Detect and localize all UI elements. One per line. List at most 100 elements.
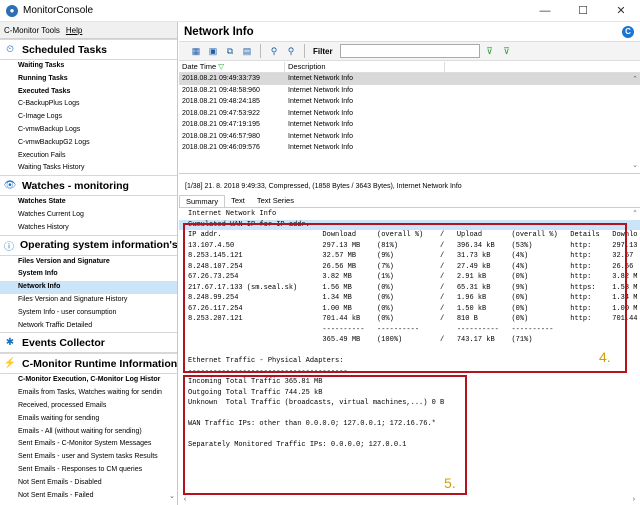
column-header-description[interactable]: Description bbox=[285, 62, 445, 72]
nav-item[interactable]: C-Image Logs bbox=[0, 111, 177, 124]
navigation-pane: C-Monitor Tools Help ⏲ Scheduled Tasks Wai… bbox=[0, 22, 178, 505]
close-button[interactable]: ✕ bbox=[602, 0, 640, 22]
nav-sections: ⏲ Scheduled Tasks Waiting Tasks Running Tas… bbox=[0, 39, 177, 502]
section-title: C-Monitor Runtime Information bbox=[22, 357, 178, 370]
sort-down-icon: ▽ bbox=[218, 62, 225, 71]
log-row[interactable]: 2018.08.21 09:47:19:195 Internet Network … bbox=[179, 119, 640, 131]
log-description: Internet Network Info bbox=[288, 98, 353, 105]
find-next-icon[interactable]: ⚲ bbox=[284, 44, 298, 58]
log-datetime: 2018.08.21 09:48:24:185 bbox=[182, 98, 260, 105]
annotation-label-5: 5. bbox=[444, 475, 456, 491]
log-description: Internet Network Info bbox=[288, 132, 353, 140]
nav-item[interactable]: Sent Emails - C-Monitor System Messages bbox=[0, 438, 177, 451]
app-icon: ● bbox=[6, 4, 18, 17]
grid-icon[interactable]: ▦ bbox=[189, 44, 203, 58]
scroll-down-arrow[interactable]: ⌄ bbox=[630, 161, 640, 169]
section-header[interactable]: ⚡ C-Monitor Runtime Information bbox=[0, 353, 178, 375]
menu-help[interactable]: Help bbox=[66, 26, 82, 35]
log-row[interactable]: 2018.08.21 09:46:09:576 Internet Network … bbox=[179, 142, 640, 154]
help-icon[interactable]: C bbox=[622, 25, 634, 38]
nav-item[interactable]: Network Info bbox=[0, 281, 177, 294]
section-header[interactable]: ⏲ Scheduled Tasks bbox=[0, 39, 177, 60]
log-row[interactable]: 2018.08.21 09:47:53:922 Internet Network … bbox=[179, 108, 640, 120]
events-icon: ✱ bbox=[5, 337, 15, 349]
menu-cmonitor-tools[interactable]: C-Monitor Tools bbox=[4, 26, 60, 35]
nav-item[interactable]: Not Sent Emails - Disabled bbox=[0, 477, 177, 490]
nav-item[interactable]: C-Monitor Execution, C-Monitor Log Histo… bbox=[0, 374, 177, 387]
nav-item[interactable]: C-vmwBackup Logs bbox=[0, 124, 177, 137]
nav-item[interactable]: Waiting Tasks History bbox=[0, 162, 177, 175]
nav-item[interactable]: Executed Tasks bbox=[0, 86, 177, 99]
maximize-button[interactable]: ☐ bbox=[564, 0, 602, 22]
menu-bar: C-Monitor Tools Help bbox=[0, 22, 177, 39]
nav-item[interactable]: Files Version and Signature History bbox=[0, 294, 177, 307]
nav-item[interactable]: System Info bbox=[0, 268, 177, 281]
log-datetime: 2018.08.21 09:47:19:195 bbox=[182, 121, 260, 128]
export-icon[interactable]: ▤ bbox=[240, 44, 254, 58]
nav-item[interactable]: Execution Fails bbox=[0, 150, 177, 163]
content-header: Network Info C bbox=[179, 22, 640, 41]
filter-input[interactable] bbox=[339, 44, 480, 58]
scroll-right-arrow[interactable]: › bbox=[632, 496, 636, 504]
section-header[interactable]: ⓘ Operating system information's bbox=[0, 234, 178, 256]
save-icon[interactable]: ▣ bbox=[206, 44, 220, 58]
scroll-up-arrow[interactable]: ⌃ bbox=[630, 75, 640, 83]
copy-icon[interactable]: ⧉ bbox=[223, 44, 237, 58]
log-datetime: 2018.08.21 09:47:53:922 bbox=[182, 109, 260, 117]
nav-item[interactable]: Files Version and Signature bbox=[0, 256, 177, 269]
nav-item[interactable]: Not Sent Emails - Failed bbox=[0, 490, 177, 503]
detail-tabs: Summary Text Text Series bbox=[179, 195, 640, 208]
annotation-box-4 bbox=[183, 223, 627, 373]
tab-text-series[interactable]: Text Series bbox=[251, 195, 300, 207]
detail-content: Internet Network Info Cumulated WAN IP fo… bbox=[179, 209, 640, 505]
section-title: Operating system information's bbox=[20, 239, 178, 252]
annotation-label-4: 4. bbox=[599, 349, 611, 365]
content-pane: Network Info C ▦ ▣ ⧉ ▤ ⚲ ⚲ Filter ⊽ ⊽ Da… bbox=[179, 22, 640, 505]
log-row[interactable]: 2018.08.21 09:48:24:185 Internet Network … bbox=[179, 96, 640, 108]
column-header-datetime[interactable]: Date Time ▽ bbox=[179, 62, 285, 72]
log-row[interactable]: 2018.08.21 09:46:57:980 Internet Network … bbox=[179, 131, 640, 143]
filter-label: Filter bbox=[313, 46, 333, 56]
minimize-button[interactable]: — bbox=[526, 0, 564, 22]
toolbar-separator bbox=[304, 44, 305, 58]
log-description: Internet Network Info bbox=[288, 75, 353, 82]
log-rows: 2018.08.21 09:49:33:739 Internet Network … bbox=[179, 73, 640, 154]
find-icon[interactable]: ⚲ bbox=[267, 44, 281, 58]
nav-item[interactable]: C-BackupPlus Logs bbox=[0, 98, 177, 111]
nav-item[interactable]: Received, processed Emails bbox=[0, 400, 177, 413]
nav-item[interactable]: C-vmwBackupG2 Logs bbox=[0, 137, 177, 150]
filter-apply-icon[interactable]: ⊽ bbox=[483, 44, 497, 58]
log-row[interactable]: 2018.08.21 09:48:58:960 Internet Network … bbox=[179, 85, 640, 97]
log-datetime: 2018.08.21 09:46:57:980 bbox=[182, 132, 260, 140]
title-bar: ● MonitorConsole — ☐ ✕ bbox=[0, 0, 640, 22]
tab-text[interactable]: Text bbox=[225, 195, 251, 207]
nav-item[interactable]: Waiting Tasks bbox=[0, 60, 177, 73]
nav-item[interactable]: Watches State bbox=[0, 196, 177, 209]
nav-item[interactable]: Watches History bbox=[0, 222, 177, 235]
log-description: Internet Network Info bbox=[288, 121, 353, 128]
tab-summary[interactable]: Summary bbox=[179, 195, 226, 207]
content-line: Internet Network Info bbox=[188, 210, 277, 218]
section-header[interactable]: 👁 Watches - monitoring bbox=[0, 175, 177, 197]
nav-item[interactable]: Emails from Tasks, Watches waiting for s… bbox=[0, 387, 177, 400]
nav-item[interactable]: Emails waiting for sending bbox=[0, 413, 177, 426]
section-header[interactable]: ✱ Events Collector bbox=[0, 332, 177, 354]
nav-item[interactable]: Sent Emails - user and System tasks Resu… bbox=[0, 451, 177, 464]
log-list: Date Time ▽ Description 2018.08.21 09:49… bbox=[179, 62, 640, 174]
section-title: Watches - monitoring bbox=[22, 179, 129, 192]
nav-item[interactable]: Network Traffic Detailed bbox=[0, 320, 177, 333]
nav-item[interactable]: Running Tasks bbox=[0, 73, 177, 86]
log-row[interactable]: 2018.08.21 09:49:33:739 Internet Network … bbox=[179, 73, 640, 85]
scroll-down-arrow[interactable]: ⌄ bbox=[167, 492, 177, 505]
filter-clear-icon[interactable]: ⊽ bbox=[500, 44, 514, 58]
log-datetime: 2018.08.21 09:48:58:960 bbox=[182, 86, 260, 94]
nav-item[interactable]: Watches Current Log bbox=[0, 209, 177, 222]
content-scroll-up-arrow[interactable]: ⌃ bbox=[630, 209, 640, 218]
nav-item[interactable]: Sent Emails - Responses to CM queries bbox=[0, 464, 177, 477]
scroll-left-arrow[interactable]: ‹ bbox=[183, 496, 187, 504]
nav-item[interactable]: System Info - user consumption bbox=[0, 307, 177, 320]
horizontal-scrollbar[interactable]: ‹ › bbox=[179, 495, 640, 505]
nav-item[interactable]: Emails - All (without waiting for sendin… bbox=[0, 426, 177, 439]
log-description: Internet Network Info bbox=[288, 86, 353, 94]
log-list-header: Date Time ▽ Description bbox=[179, 62, 640, 73]
